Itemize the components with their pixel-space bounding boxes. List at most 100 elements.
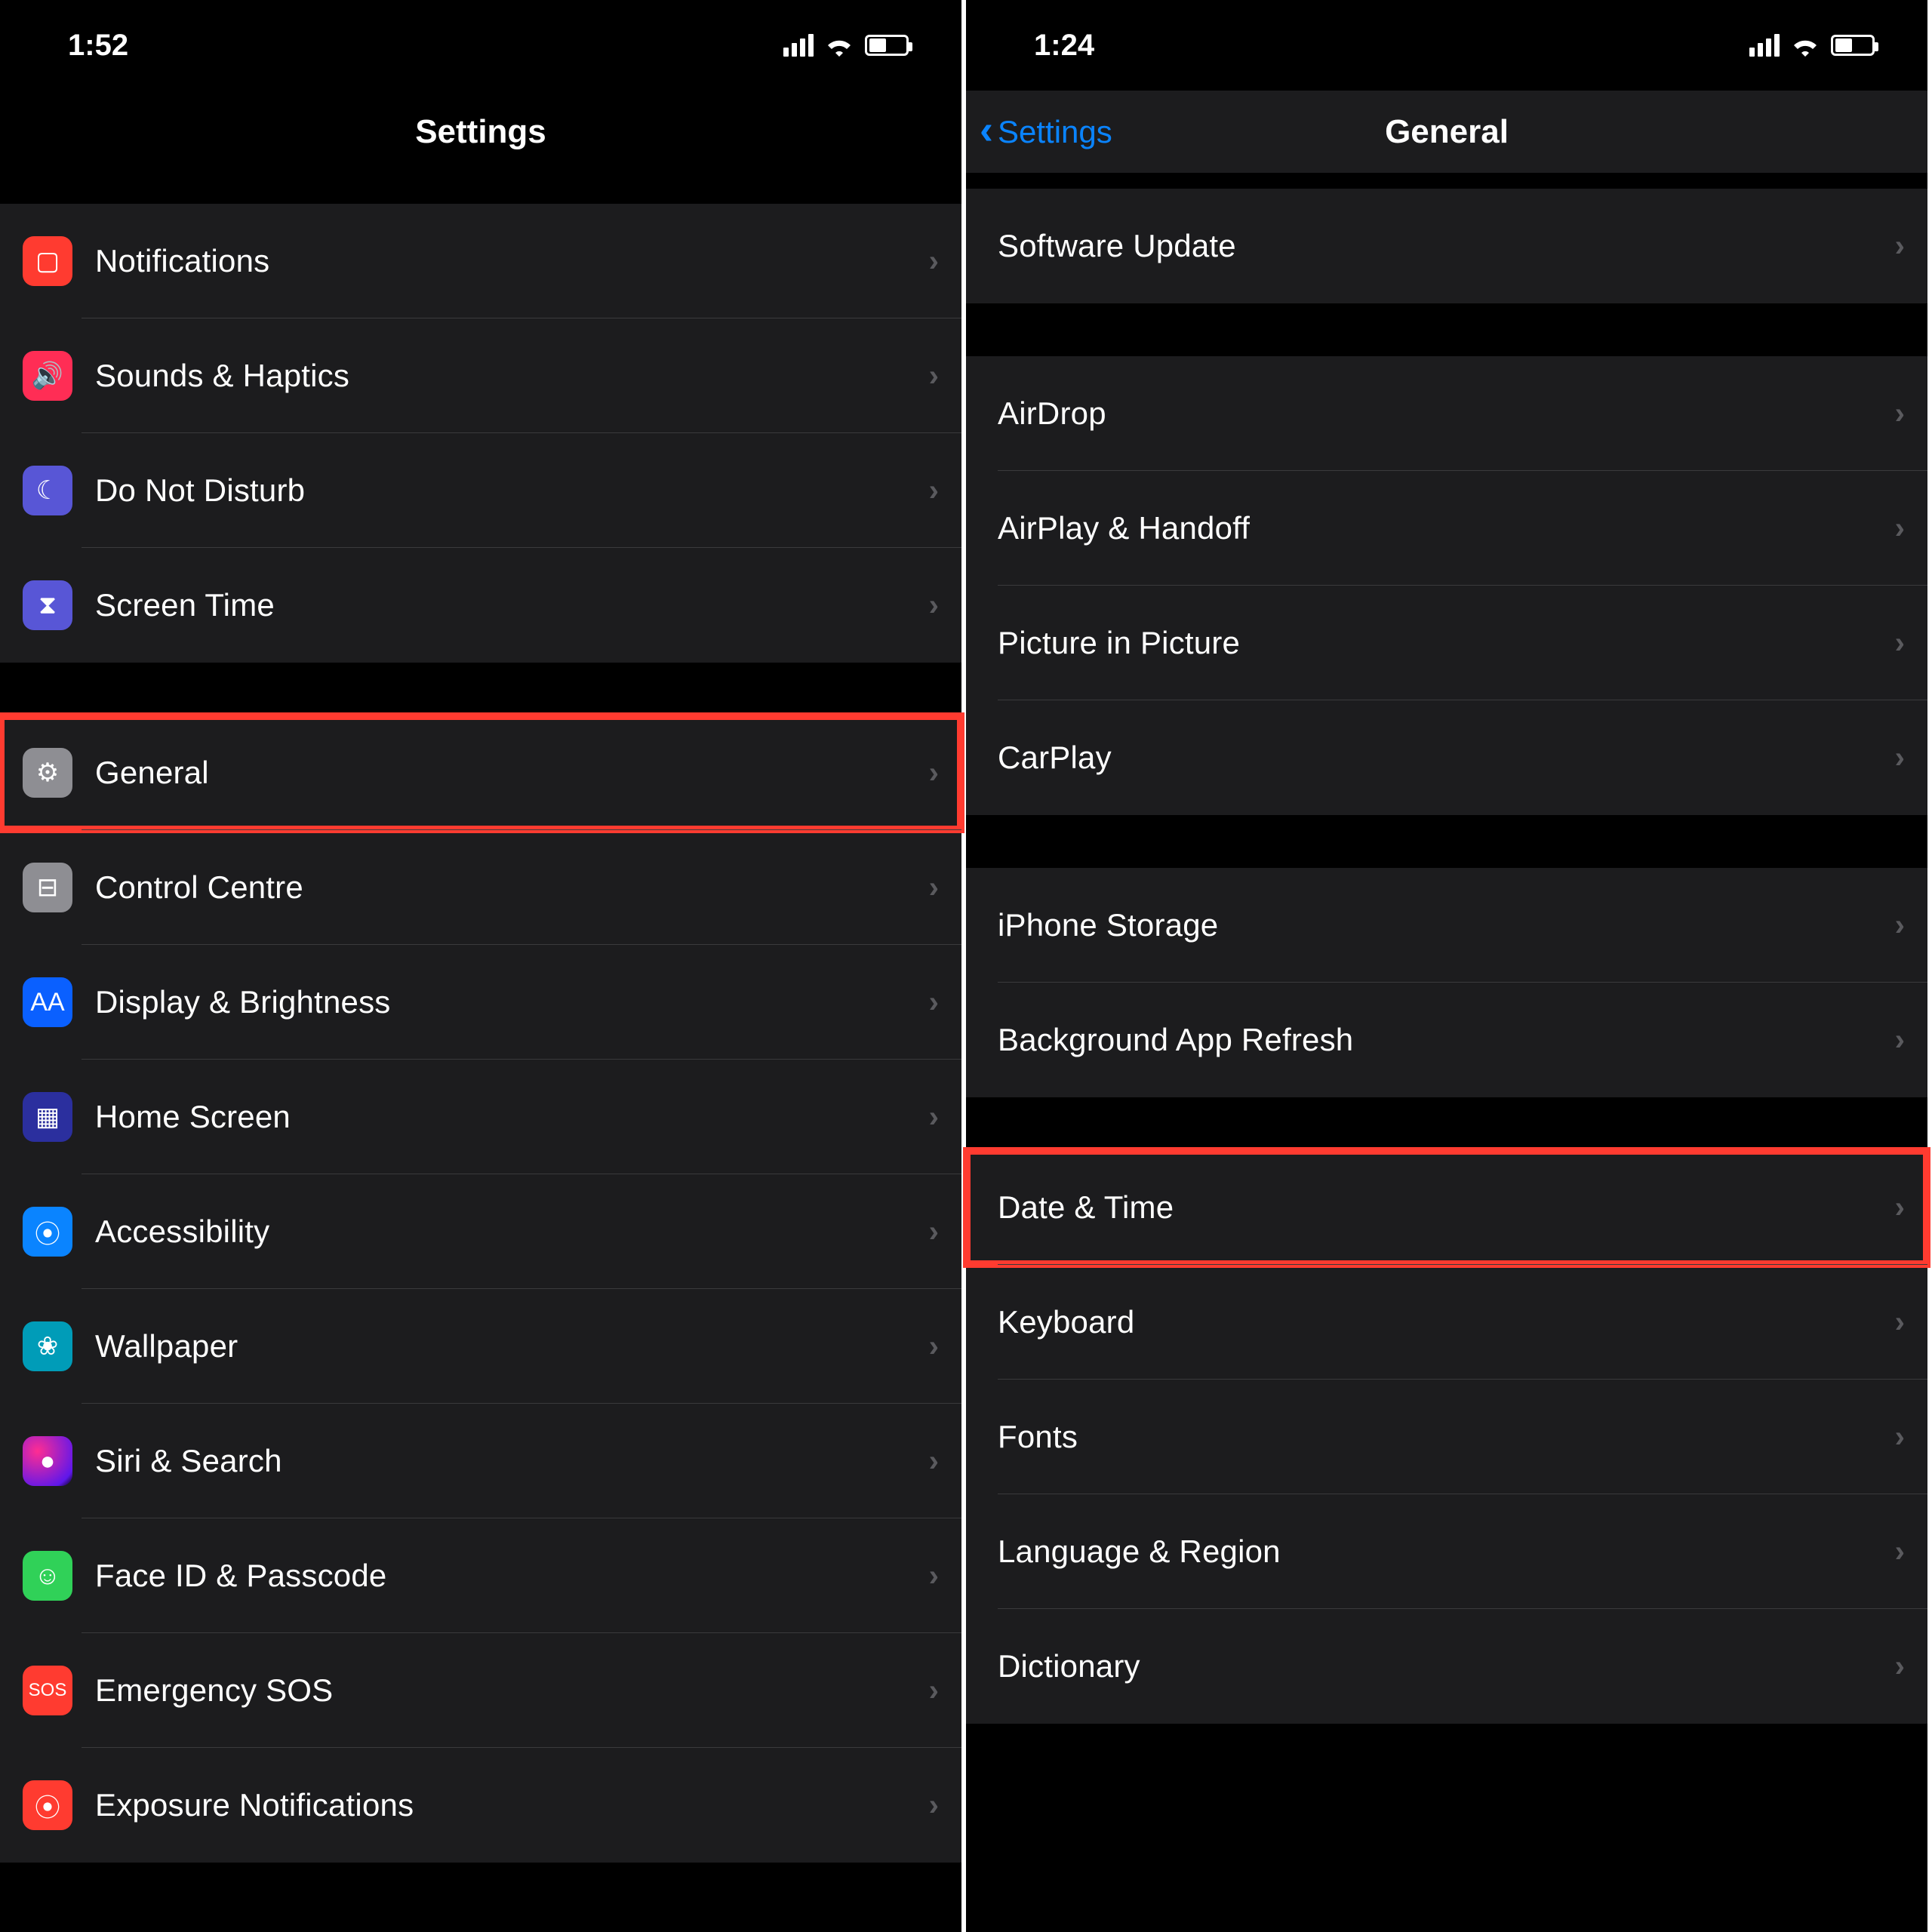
row-accessibility[interactable]: ⦿Accessibility› (0, 1174, 961, 1289)
general-icon: ⚙ (23, 748, 72, 798)
row-airplay[interactable]: AirPlay & Handoff› (966, 471, 1927, 586)
row-label: Wallpaper (95, 1328, 929, 1364)
row-carplay[interactable]: CarPlay› (966, 700, 1927, 815)
chevron-right-icon: › (929, 756, 939, 790)
settings-group: AirDrop›AirPlay & Handoff›Picture in Pic… (966, 356, 1927, 815)
display-icon-glyph: AA (30, 988, 64, 1017)
row-label: Keyboard (998, 1304, 1895, 1340)
general-list: Software Update›AirDrop›AirPlay & Handof… (966, 189, 1927, 1724)
sounds-icon-glyph: 🔊 (32, 361, 63, 391)
row-storage[interactable]: iPhone Storage› (966, 868, 1927, 983)
faceid-icon: ☺ (23, 1551, 72, 1601)
dnd-icon-glyph: ☾ (36, 475, 59, 506)
row-general[interactable]: ⚙ General› (0, 715, 961, 830)
row-keyboard[interactable]: Keyboard› (966, 1265, 1927, 1380)
chevron-right-icon: › (929, 1674, 939, 1708)
row-fonts[interactable]: Fonts› (966, 1380, 1927, 1494)
accessibility-icon-glyph: ⦿ (35, 1214, 60, 1251)
home-icon-glyph: ▦ (35, 1102, 60, 1132)
row-bgrefresh[interactable]: Background App Refresh› (966, 983, 1927, 1097)
sos-icon-glyph: SOS (29, 1680, 67, 1701)
row-label: AirPlay & Handoff (998, 510, 1895, 546)
row-home[interactable]: ▦ Home Screen› (0, 1060, 961, 1174)
notifications-icon-glyph: ▢ (35, 246, 60, 276)
chevron-right-icon: › (1895, 741, 1905, 775)
chevron-right-icon: › (1895, 1650, 1905, 1684)
row-label: Siri & Search (95, 1443, 929, 1479)
general-icon-glyph: ⚙ (36, 758, 59, 788)
back-button[interactable]: ‹ Settings (980, 91, 1112, 173)
row-dnd[interactable]: ☾Do Not Disturb› (0, 433, 961, 548)
screentime-icon: ⧗ (23, 580, 72, 630)
nav-header: Settings (0, 91, 961, 174)
row-faceid[interactable]: ☺Face ID & Passcode› (0, 1518, 961, 1633)
chevron-right-icon: › (929, 1100, 939, 1134)
exposure-icon: ⦿ (23, 1780, 72, 1830)
back-label: Settings (998, 114, 1112, 150)
row-sounds[interactable]: 🔊Sounds & Haptics› (0, 318, 961, 433)
row-datetime[interactable]: Date & Time› (966, 1150, 1927, 1265)
battery-fill (1835, 38, 1852, 52)
row-label: Software Update (998, 228, 1895, 264)
chevron-right-icon: › (929, 986, 939, 1020)
chevron-right-icon: › (929, 589, 939, 623)
chevron-right-icon: › (929, 871, 939, 905)
chevron-left-icon: ‹ (980, 106, 993, 153)
row-dict[interactable]: Dictionary› (966, 1609, 1927, 1724)
row-label: Face ID & Passcode (95, 1558, 929, 1594)
row-label: Home Screen (95, 1099, 929, 1135)
chevron-right-icon: › (929, 245, 939, 278)
status-time: 1:24 (1034, 29, 1094, 63)
chevron-right-icon: › (929, 1330, 939, 1364)
settings-group: iPhone Storage›Background App Refresh› (966, 868, 1927, 1097)
row-screentime[interactable]: ⧗Screen Time› (0, 548, 961, 663)
chevron-right-icon: › (929, 1789, 939, 1823)
settings-group: ⚙General›⊟Control Centre›AADisplay & Bri… (0, 715, 961, 1863)
row-wallpaper[interactable]: ❀Wallpaper› (0, 1289, 961, 1404)
row-label: iPhone Storage (998, 907, 1895, 943)
settings-list: ▢Notifications›🔊Sounds & Haptics›☾Do Not… (0, 204, 961, 1863)
chevron-right-icon: › (1895, 1023, 1905, 1057)
nav-header: ‹ Settings General (966, 91, 1927, 174)
dnd-icon: ☾ (23, 466, 72, 515)
settings-group: Software Update› (966, 189, 1927, 303)
row-notifications[interactable]: ▢Notifications› (0, 204, 961, 318)
screentime-icon-glyph: ⧗ (38, 591, 57, 620)
settings-group: ▢Notifications›🔊Sounds & Haptics›☾Do Not… (0, 204, 961, 663)
page-title: General (1385, 113, 1509, 151)
row-label: Language & Region (998, 1534, 1895, 1570)
wifi-icon (1790, 34, 1820, 57)
status-indicators (1749, 34, 1875, 57)
chevron-right-icon: › (929, 474, 939, 508)
row-label: General (95, 755, 929, 791)
row-label: Exposure Notifications (95, 1787, 929, 1823)
chevron-right-icon: › (1895, 626, 1905, 660)
status-indicators (783, 34, 909, 57)
row-label: Fonts (998, 1419, 1895, 1455)
chevron-right-icon: › (1895, 1191, 1905, 1225)
row-label: Sounds & Haptics (95, 358, 929, 394)
row-airdrop[interactable]: AirDrop› (966, 356, 1927, 471)
chevron-right-icon: › (1895, 909, 1905, 943)
row-exposure[interactable]: ⦿ Exposure Notifications› (0, 1748, 961, 1863)
row-swupdate[interactable]: Software Update› (966, 189, 1927, 303)
chevron-right-icon: › (1895, 1420, 1905, 1454)
general-screen: 1:24 ‹ Settings General Software Update›… (966, 0, 1932, 1932)
row-sos[interactable]: SOSEmergency SOS› (0, 1633, 961, 1748)
row-display[interactable]: AA Display & Brightness› (0, 945, 961, 1060)
chevron-right-icon: › (1895, 229, 1905, 263)
control-icon: ⊟ (23, 863, 72, 912)
row-label: Display & Brightness (95, 984, 929, 1020)
siri-icon: ● (23, 1436, 72, 1486)
row-lang[interactable]: Language & Region› (966, 1494, 1927, 1609)
row-label: Dictionary (998, 1648, 1895, 1684)
row-pip[interactable]: Picture in Picture› (966, 586, 1927, 700)
display-icon: AA (23, 977, 72, 1027)
notifications-icon: ▢ (23, 236, 72, 286)
siri-icon-glyph: ● (40, 1447, 56, 1476)
row-control[interactable]: ⊟Control Centre› (0, 830, 961, 945)
row-siri[interactable]: ●Siri & Search› (0, 1404, 961, 1518)
faceid-icon-glyph: ☺ (35, 1561, 61, 1591)
status-time: 1:52 (68, 29, 128, 63)
row-label: Background App Refresh (998, 1022, 1895, 1058)
